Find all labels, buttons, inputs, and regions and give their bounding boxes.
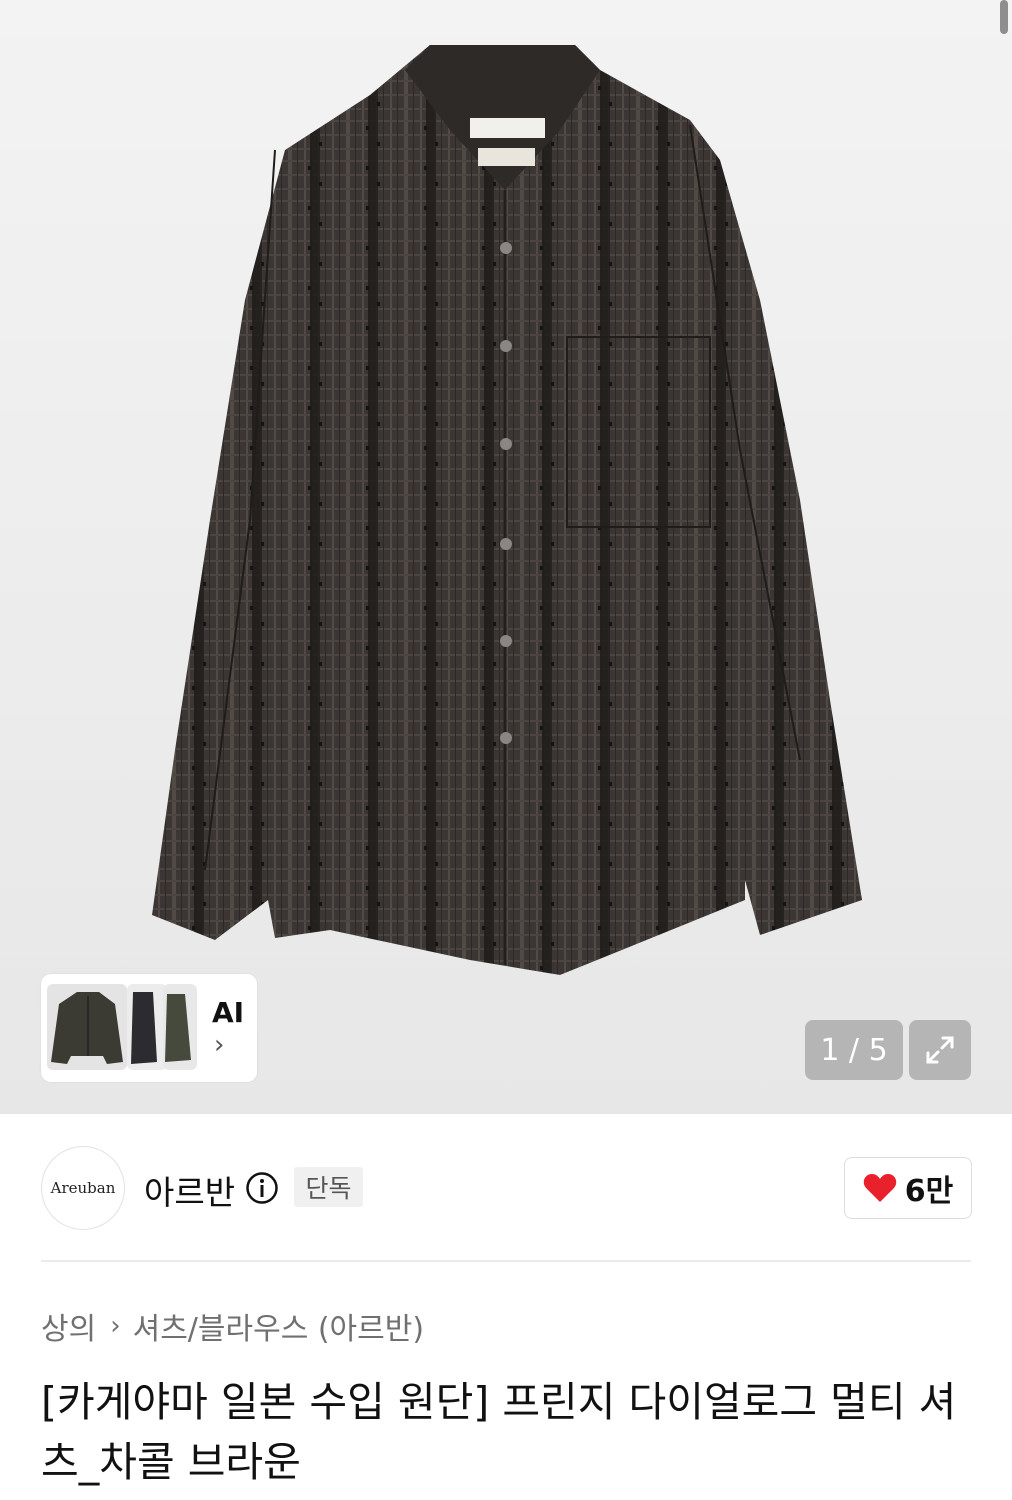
brand-logo[interactable]: Areuban xyxy=(41,1146,125,1230)
product-photo-shirt xyxy=(152,45,862,975)
chevron-right-icon: › xyxy=(110,1311,121,1341)
breadcrumb: 상의 › 셔츠/블라우스 (아르반) xyxy=(41,1304,424,1348)
expand-icon xyxy=(926,1036,954,1064)
thumbnail-image-2[interactable] xyxy=(127,984,167,1070)
info-icon[interactable] xyxy=(245,1171,279,1205)
heart-icon xyxy=(863,1174,896,1202)
product-image-gallery[interactable]: AI › 1 / 5 xyxy=(0,0,1012,1114)
ai-label[interactable]: AI xyxy=(212,996,244,1029)
product-title: [카게야마 일본 수입 원단] 프린지 다이얼로그 멀티 셔츠_차콜 브라운 xyxy=(41,1378,957,1486)
exclusive-badge: 단독 xyxy=(294,1167,363,1207)
expand-button[interactable] xyxy=(909,1020,971,1080)
breadcrumb-category[interactable]: 상의 xyxy=(41,1304,96,1348)
like-button[interactable]: 6만 xyxy=(844,1157,972,1219)
thumbnail-image-3[interactable] xyxy=(163,984,197,1070)
like-count: 6만 xyxy=(904,1174,954,1209)
divider xyxy=(41,1260,971,1262)
brand-name[interactable]: 아르반 xyxy=(144,1166,235,1214)
breadcrumb-subcategory[interactable]: 셔츠/블라우스 (아르반) xyxy=(133,1304,424,1348)
chevron-right-icon[interactable]: › xyxy=(214,1030,224,1060)
thumbnail-image-1[interactable] xyxy=(47,984,127,1070)
image-counter: 1 / 5 xyxy=(805,1020,903,1080)
